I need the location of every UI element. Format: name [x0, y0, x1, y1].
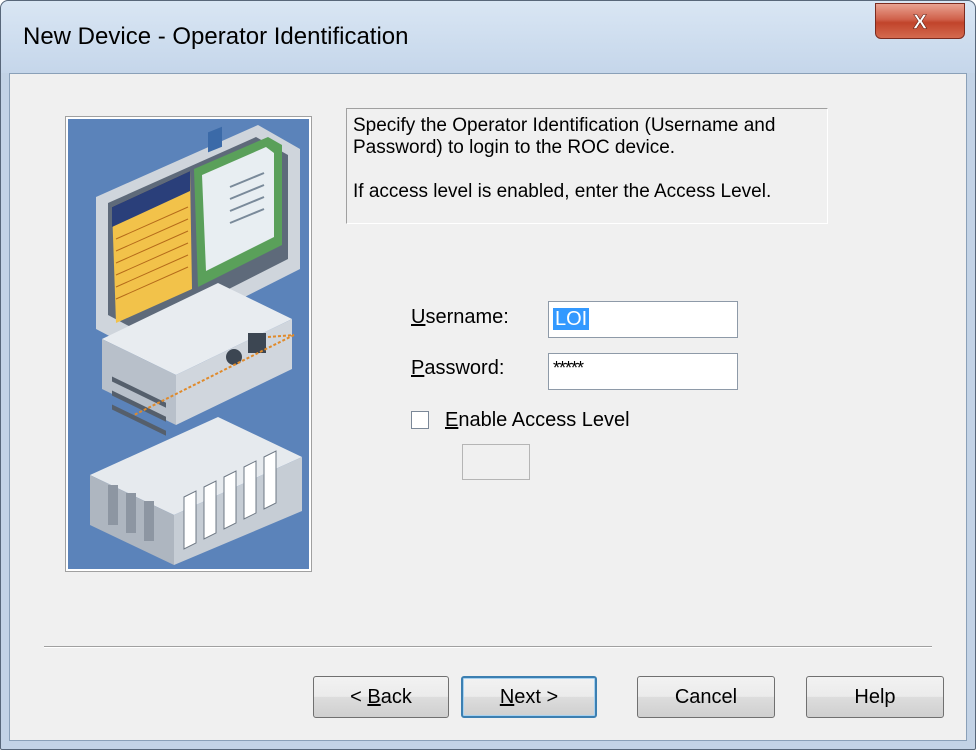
back-label-text: ack — [380, 685, 412, 708]
help-label: Help — [854, 685, 896, 708]
close-button[interactable]: X — [875, 3, 965, 39]
access-level-input — [462, 444, 530, 480]
password-label-text: assword: — [424, 357, 505, 379]
password-value: ***** — [553, 358, 584, 378]
instructions-panel: Specify the Operator Identification (Use… — [346, 108, 828, 224]
back-label-prefix: < — [350, 685, 368, 708]
instructions-text: Specify the Operator Identification (Use… — [353, 115, 776, 158]
close-icon: X — [913, 10, 928, 34]
username-label: Username: — [411, 306, 509, 329]
close-glyph-text: X — [913, 11, 927, 34]
password-input[interactable]: ***** — [548, 353, 738, 390]
next-label-text: ext > — [514, 685, 559, 708]
enable-access-level-text: nable Access Level — [458, 409, 630, 431]
enable-access-level-mnemonic: E — [445, 409, 459, 431]
back-button[interactable]: < Back — [313, 676, 449, 718]
cancel-button[interactable]: Cancel — [637, 676, 775, 718]
window-title: New Device - Operator Identification — [23, 23, 409, 50]
username-mnemonic: U — [411, 306, 426, 328]
next-mnemonic: N — [499, 685, 515, 708]
username-input[interactable]: LOI — [548, 301, 738, 338]
cancel-label: Cancel — [674, 685, 738, 708]
enable-access-level-label[interactable]: Enable Access Level — [445, 409, 630, 432]
computer-illustration — [68, 119, 309, 569]
access-level-hint: If access level is enabled, enter the Ac… — [353, 181, 772, 202]
username-label-text: sername: — [425, 306, 509, 328]
enable-access-level-checkbox[interactable] — [411, 411, 429, 429]
help-button[interactable]: Help — [806, 676, 944, 718]
wizard-illustration — [65, 116, 312, 572]
next-button[interactable]: Next > — [461, 676, 597, 718]
password-mnemonic: P — [411, 357, 425, 379]
back-mnemonic: B — [367, 685, 381, 708]
button-separator — [44, 646, 932, 648]
password-label: Password: — [411, 357, 504, 380]
title-bar: New Device - Operator Identification X — [1, 1, 975, 73]
username-value: LOI — [553, 308, 590, 330]
